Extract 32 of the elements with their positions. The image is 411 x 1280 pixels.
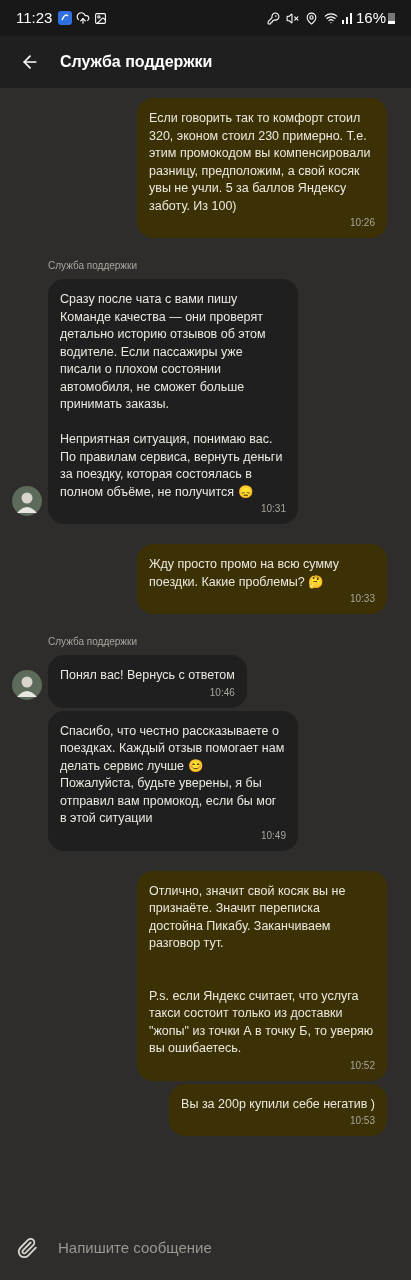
avatar (12, 486, 42, 516)
message-text: Спасибо, что честно рассказываете о поездках. Каждый отзыв помогает нам делать сервис лучше 😊 Пожалуйста, будьте уверены, я бы отправил вам промокод, если бы мог в этой ситуации (60, 722, 286, 827)
app-icon (58, 11, 73, 25)
mute-icon (285, 11, 299, 25)
message-time: 10:33 (349, 592, 375, 606)
message-input[interactable]: Напишите сообщение (58, 1236, 395, 1260)
message-time: 10:46 (209, 685, 235, 700)
message-text: Жду просто промо на всю сумму поездки. Какие проблемы? 🤔 (149, 556, 341, 591)
message-text: Понял вас! Вернусь с ответом (60, 667, 235, 684)
message-text: Отлично, значит свой косяк вы не признаёте. Значит переписка достойна Пикабу. Заканчиваем разговор тут. P.s. если Яндекс считает, что услуга такси состоит только из доставки "жопы" из точки А в точку Б, то уверяю вы ошибаетесь. (149, 882, 375, 1057)
avatar (12, 669, 42, 700)
signal-icon (341, 12, 352, 24)
message-text: Сразу после чата с вами пишу Команде качества — они проверят детально историю отзывов об этом водителе. Если пассажиры уже писали о плохом состоянии автомобиля, не сможет больше принимать заказы. Неприятная ситуация, понимаю вас. По правилам сервиса, вернуть деньги за поездку, которая состоялась в полном объёме, не получится 😞 (60, 291, 284, 501)
attach-button[interactable] (16, 1237, 38, 1259)
message-text: Вы за 200р купили себе негатив ) (181, 1095, 375, 1113)
location-icon (304, 11, 318, 25)
wifi-icon (323, 11, 338, 25)
cloud-upload-icon (76, 11, 91, 25)
sender-name: Служба поддержки (48, 635, 138, 649)
header-title: Служба поддержки (60, 52, 213, 72)
message-text: Если говорить так то комфорт стоил 320, эконом стоил 230 примерно. Т.е. этим промокодом вы компенсировали разницу, предположим, а свой косяк увы не учли. 5 за баллов Яндексу заботу. Из 100) (149, 110, 372, 215)
battery-icon (388, 12, 395, 24)
key-icon (266, 11, 280, 25)
battery-percent: 16% (355, 7, 386, 28)
message-time: 10:52 (349, 1058, 375, 1073)
image-icon (94, 11, 108, 25)
message-time: 10:31 (260, 502, 286, 516)
message-time: 10:53 (349, 1114, 375, 1128)
message-time: 10:49 (260, 828, 286, 843)
status-time: 11:23 (16, 7, 53, 28)
message-time: 10:26 (349, 216, 375, 230)
sender-name: Служба поддержки (48, 259, 138, 273)
